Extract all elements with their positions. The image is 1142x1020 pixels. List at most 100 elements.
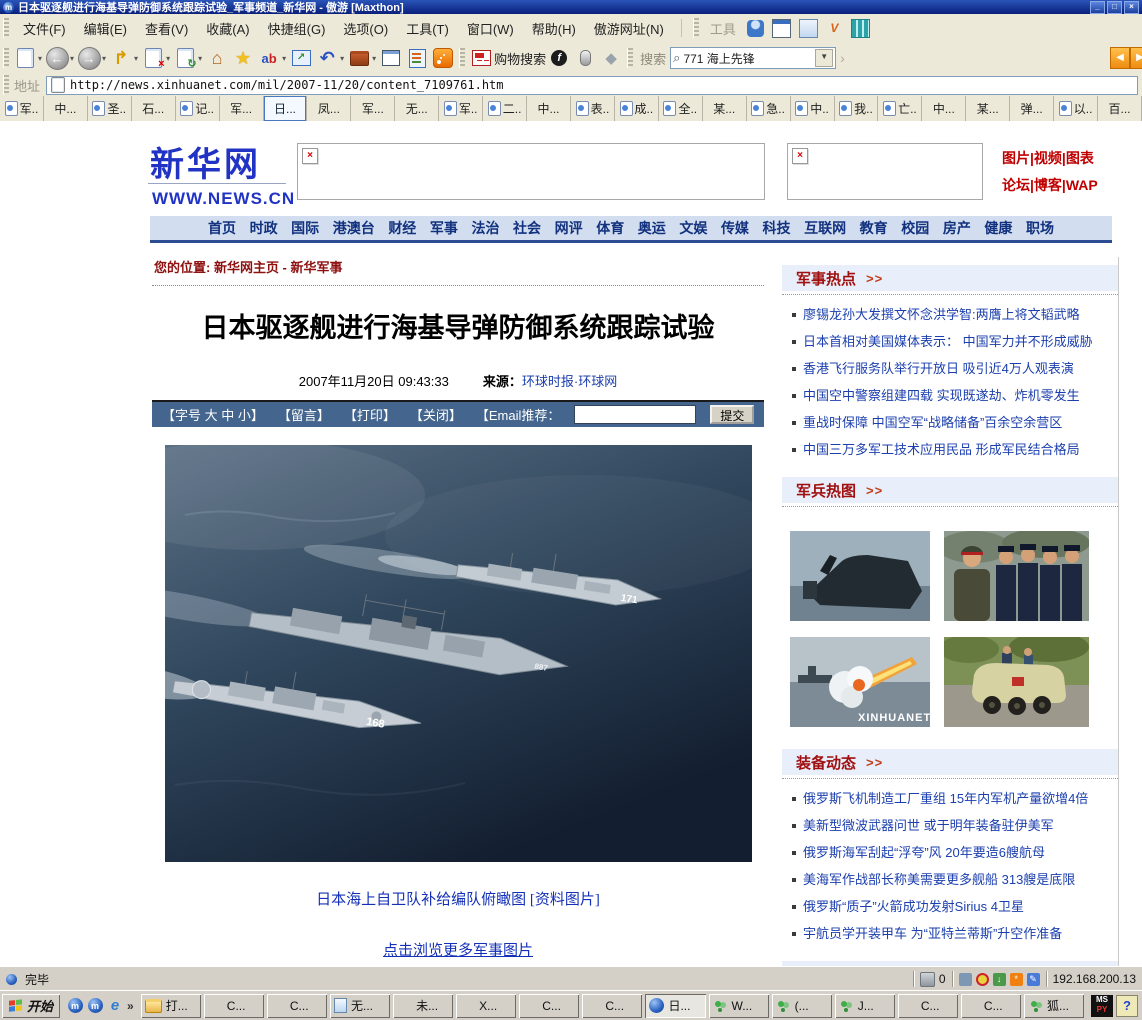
- ad-placeholder[interactable]: ×: [787, 143, 983, 200]
- ad-placeholder[interactable]: ×: [297, 143, 765, 200]
- scroll-left-button[interactable]: ◀: [1110, 47, 1130, 69]
- address-url[interactable]: http://news.xinhuanet.com/mil/2007-11/20…: [70, 78, 503, 92]
- source-link[interactable]: 环球时报·环球网: [522, 374, 617, 389]
- flash-button[interactable]: f: [547, 45, 571, 71]
- maxthon-quicklaunch-icon[interactable]: m: [67, 998, 83, 1014]
- taskbar-task-button[interactable]: C...: [898, 994, 958, 1018]
- ime-indicator[interactable]: MSPY: [1091, 995, 1113, 1017]
- taskbar-task-button[interactable]: X...: [456, 994, 516, 1018]
- tab[interactable]: 军...: [351, 96, 395, 121]
- tab[interactable]: 成..: [615, 96, 659, 121]
- thumbnail-missile-launch[interactable]: XINHUANET: [790, 637, 930, 727]
- rss-button[interactable]: [431, 45, 455, 71]
- menu-item[interactable]: 选项(O): [334, 19, 397, 40]
- tab[interactable]: 百...: [1098, 96, 1142, 121]
- toolbar-gripper[interactable]: [693, 18, 699, 38]
- taskbar-task-button[interactable]: 狐...: [1024, 994, 1084, 1018]
- sidebar-link[interactable]: 美海军作战部长称美需要更多舰船 313艘是底限: [792, 866, 1114, 893]
- taskbar-task-button[interactable]: 未...: [393, 994, 453, 1018]
- tab[interactable]: 圣..: [88, 96, 132, 121]
- more-arrow-icon[interactable]: >>: [866, 483, 883, 498]
- sidebar-link[interactable]: 俄罗斯“质子”火箭成功发射Sirius 4卫星: [792, 893, 1114, 920]
- sidebar-link[interactable]: 美新型微波武器问世 或于明年装备驻伊美军: [792, 812, 1114, 839]
- scroll-right-button[interactable]: ▶: [1130, 47, 1142, 69]
- nav-item[interactable]: 奥运: [638, 218, 666, 238]
- menu-item[interactable]: 快捷组(G): [259, 19, 335, 40]
- grid-icon[interactable]: [851, 19, 870, 38]
- menu-item[interactable]: 窗口(W): [458, 19, 523, 40]
- nav-item[interactable]: 校园: [901, 218, 929, 238]
- proxy-icon[interactable]: [959, 973, 972, 986]
- dropdown-arrow-icon[interactable]: ▾: [38, 54, 42, 63]
- nav-item[interactable]: 体育: [596, 218, 624, 238]
- dropdown-arrow-icon[interactable]: ▾: [134, 54, 138, 63]
- shopping-search-button[interactable]: [469, 45, 493, 71]
- popup-blocker-icon[interactable]: [976, 973, 989, 986]
- nav-item[interactable]: 军事: [430, 218, 458, 238]
- tab[interactable]: 二..: [483, 96, 527, 121]
- user-icon[interactable]: [747, 20, 764, 37]
- close-article-button[interactable]: 【关闭】: [410, 405, 462, 424]
- window-icon[interactable]: [772, 19, 791, 38]
- plugin-v-icon[interactable]: V: [826, 20, 843, 37]
- taskbar-task-button[interactable]: 无...: [330, 994, 390, 1018]
- tab[interactable]: 急..: [747, 96, 791, 121]
- community-links[interactable]: 论坛|博客|WAP: [1002, 172, 1098, 199]
- toolbar-gripper[interactable]: [459, 48, 465, 68]
- open-external-button[interactable]: ↗: [289, 45, 313, 71]
- minimize-button[interactable]: _: [1090, 1, 1105, 14]
- stop-button[interactable]: ×: [141, 45, 165, 71]
- print-button[interactable]: 【打印】: [344, 405, 396, 424]
- plugin-icon[interactable]: *: [1010, 973, 1023, 986]
- nav-item[interactable]: 首页: [208, 218, 236, 238]
- section-header-military-photos[interactable]: 军兵热图 >>: [782, 477, 1118, 503]
- thumbnail-armored-vehicle[interactable]: [944, 637, 1089, 727]
- dropdown-arrow-icon[interactable]: ▾: [198, 54, 202, 63]
- taskbar-task-button[interactable]: 日...: [645, 994, 705, 1018]
- comment-button[interactable]: 【留言】: [278, 405, 330, 424]
- refresh-button[interactable]: ↻: [173, 45, 197, 71]
- taskbar-task-button[interactable]: C...: [961, 994, 1021, 1018]
- nav-item[interactable]: 科技: [763, 218, 791, 238]
- xinhuanet-logo[interactable]: 新华网: [150, 137, 261, 186]
- submit-button[interactable]: 提交: [710, 405, 754, 424]
- sidebar-link[interactable]: 俄罗斯飞机制造工厂重组 15年内军机产量欲增4倍: [792, 785, 1114, 812]
- tab[interactable]: 无...: [395, 96, 439, 121]
- address-input[interactable]: http://news.xinhuanet.com/mil/2007-11/20…: [46, 76, 1138, 95]
- nav-item[interactable]: 职场: [1026, 218, 1054, 238]
- back-button[interactable]: ←: [45, 45, 69, 71]
- search-dropdown-button[interactable]: ▼: [815, 49, 833, 67]
- nav-item[interactable]: 互联网: [804, 218, 846, 238]
- trash-icon[interactable]: [920, 972, 935, 987]
- taskbar-task-button[interactable]: C...: [204, 994, 264, 1018]
- nav-item[interactable]: 时政: [250, 218, 278, 238]
- tab[interactable]: 表..: [571, 96, 615, 121]
- breadcrumb[interactable]: 您的位置: 新华网主页 - 新华军事: [152, 253, 764, 286]
- tab[interactable]: 军...: [220, 96, 264, 121]
- nav-item[interactable]: 网评: [555, 218, 583, 238]
- tab[interactable]: 全..: [659, 96, 703, 121]
- search-input[interactable]: ⌕ 771 海上先锋 ▼: [670, 47, 836, 69]
- tab[interactable]: 凤...: [307, 96, 351, 121]
- tab[interactable]: 弹...: [1010, 96, 1054, 121]
- tab[interactable]: 我..: [835, 96, 879, 121]
- sidebar-link[interactable]: 俄罗斯海军刮起“浮夸”风 20年要造6艘航母: [792, 839, 1114, 866]
- tab[interactable]: 以..: [1054, 96, 1098, 121]
- menu-item[interactable]: 收藏(A): [197, 19, 258, 40]
- thumbnail-carrier-deck[interactable]: [790, 531, 930, 621]
- sidebar-link[interactable]: 廖锡龙孙大发撰文怀念洪学智:两膺上将文韬武略: [792, 301, 1114, 328]
- nav-item[interactable]: 健康: [984, 218, 1012, 238]
- form-fill-button[interactable]: [405, 45, 429, 71]
- shopping-search-label[interactable]: 购物搜索: [494, 49, 546, 68]
- dropdown-arrow-icon[interactable]: ▾: [102, 54, 106, 63]
- nav-item[interactable]: 房产: [943, 218, 971, 238]
- taskbar-task-button[interactable]: C...: [267, 994, 327, 1018]
- undo-button[interactable]: ↶: [315, 45, 339, 71]
- tab[interactable]: 某...: [966, 96, 1010, 121]
- toolbar-gripper[interactable]: [3, 18, 9, 38]
- nav-item[interactable]: 传媒: [721, 218, 749, 238]
- help-icon[interactable]: ?: [1116, 995, 1138, 1017]
- maximize-button[interactable]: □: [1107, 1, 1122, 14]
- taskbar-task-button[interactable]: 打...: [141, 994, 201, 1018]
- edit-page-icon[interactable]: ✎: [1027, 973, 1040, 986]
